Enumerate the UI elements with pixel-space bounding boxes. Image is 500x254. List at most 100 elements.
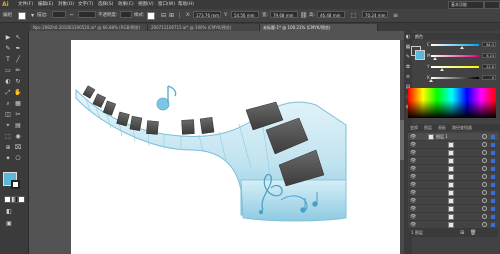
piano-illustration[interactable] [71,40,400,254]
color-mode-icon[interactable] [4,196,11,203]
tool-icon[interactable]: ✋ [14,89,22,97]
menu-file[interactable]: 文件(F) [18,1,33,8]
workspace-switcher[interactable]: 基本功能 [448,1,484,9]
opacity-field[interactable] [120,11,132,18]
layer-target-icon[interactable] [482,134,487,139]
slider-value-k[interactable]: 0 [482,75,496,80]
gradient-mode-icon[interactable] [11,196,18,203]
transform-icon[interactable]: ⬚ [350,12,357,19]
tool-icon[interactable]: ⎔ [14,155,22,163]
tool-icon[interactable]: ⌕ [4,100,12,108]
visibility-eye-icon[interactable]: 👁 [410,158,416,164]
visibility-eye-icon[interactable]: 👁 [410,166,416,172]
slider-value-c[interactable]: 64.3 [482,42,496,47]
tool-icon[interactable]: ⊕ [4,144,12,152]
tool-icon[interactable]: ↻ [14,78,22,86]
x-field[interactable]: 173.76 mm [193,11,221,18]
visibility-eye-icon[interactable]: 👁 [410,206,416,212]
search-input[interactable] [484,1,500,9]
tool-icon[interactable]: ▭ [4,67,12,75]
slider-track-y[interactable] [431,66,479,68]
screen-mode-icon[interactable]: ▣ [5,220,13,228]
slider-knob[interactable] [459,46,464,49]
tool-icon[interactable]: ⬚ [4,133,12,141]
layer-target-icon[interactable] [482,198,487,203]
layer-target-icon[interactable] [482,214,487,219]
tab-layers[interactable]: 图层 [424,124,432,131]
visibility-eye-icon[interactable]: 👁 [410,174,416,180]
tab-pathfinder[interactable]: 路径查找器 [452,124,472,131]
menu-window[interactable]: 窗口(W) [158,1,175,8]
slider-track-k[interactable] [431,77,479,79]
menu-edit[interactable]: 编辑(E) [38,1,53,8]
visibility-eye-icon[interactable]: 👁 [410,142,416,148]
tool-icon[interactable]: T [4,56,12,64]
slider-value-m[interactable]: 9.24 [482,53,496,58]
align-icon[interactable]: ⊟ [160,12,167,19]
menu-help[interactable]: 帮助(H) [178,1,194,8]
w-field[interactable]: 79.68 mm [270,11,298,18]
color-panel-tab[interactable]: 颜色 [415,34,423,40]
tool-icon[interactable]: ◫ [4,111,12,119]
menu-select[interactable]: 选择(S) [98,1,113,8]
visibility-eye-icon[interactable]: 👁 [410,214,416,220]
h-field[interactable]: 46.48 mm [317,11,345,18]
menu-type[interactable]: 文字(T) [78,1,93,8]
layer-target-icon[interactable] [482,174,487,179]
layer-target-icon[interactable] [482,158,487,163]
tab-document-2[interactable]: 200711106715.ai* @ 100% (CMYK/预览) [148,24,260,31]
symbols-panel-icon[interactable]: ✿ [405,64,411,71]
tool-icon[interactable]: ▤ [14,122,22,130]
distribute-icon[interactable]: ⋮ [176,12,183,19]
draw-mode-icon[interactable]: ◧ [5,208,13,216]
y-field[interactable]: 54.56 mm [231,11,259,18]
visibility-eye-icon[interactable]: 👁 [410,190,416,196]
tool-icon[interactable]: ⤢ [4,89,12,97]
tool-icon[interactable]: ↖ [14,34,22,42]
stroke-panel-icon[interactable]: ≡ [405,74,411,81]
layer-target-icon[interactable] [482,166,487,171]
tab-document-3[interactable]: 未标题-1* @ 100.21% (CMYK/预览) [260,24,378,31]
stroke-style-icon[interactable]: ─ [68,12,75,19]
tool-icon[interactable]: ✏ [14,67,22,75]
slider-knob[interactable] [440,68,445,71]
align-center-icon[interactable]: ⊞ [168,12,175,19]
tool-icon[interactable]: ✒ [14,45,22,53]
visibility-eye-icon[interactable]: 👁 [410,222,416,228]
tool-icon[interactable]: ✂ [14,111,22,119]
tool-icon[interactable]: ⌧ [14,144,22,152]
stroke-color-swatch[interactable] [11,180,20,189]
tool-icon[interactable]: ▦ [14,100,22,108]
slider-knob[interactable] [433,57,438,60]
tool-icon[interactable]: ✦ [4,155,12,163]
delete-layer-icon[interactable]: 🗑 [470,230,476,236]
menu-effect[interactable]: 效果(C) [118,1,134,8]
color-spectrum[interactable] [408,88,496,118]
tab-transform[interactable]: 变换 [410,124,418,131]
none-mode-icon[interactable] [18,196,25,203]
tab-document-1[interactable]: Npc-2982h0.201003190520.ai* @ 66.88% (RG… [30,24,148,31]
tool-icon[interactable]: ⌖ [4,122,12,130]
tool-icon[interactable]: ╱ [14,56,22,64]
slider-track-c[interactable] [431,44,479,46]
layer-target-icon[interactable] [482,222,487,227]
tab-artboards[interactable]: 画板 [438,124,446,131]
tool-icon[interactable]: ✎ [4,45,12,53]
layer-target-icon[interactable] [482,150,487,155]
layer-target-icon[interactable] [482,206,487,211]
slider-value-y[interactable]: 22.6 [482,64,496,69]
new-layer-icon[interactable]: ⊞ [460,230,464,236]
tool-icon[interactable]: ◐ [4,78,12,86]
layer-name[interactable]: 图层 1 [436,133,448,141]
stroke-weight-field[interactable] [52,11,66,18]
chevron-down-icon[interactable]: ▾ [29,12,36,19]
slider-track-m[interactable] [431,55,479,57]
visibility-eye-icon[interactable]: 👁 [410,182,416,188]
menu-icon[interactable]: ≡ [392,12,399,19]
graphic-style-swatch[interactable] [147,12,155,20]
visibility-eye-icon[interactable]: 👁 [410,198,416,204]
layer-target-icon[interactable] [482,190,487,195]
menu-view[interactable]: 视图(V) [138,1,154,8]
tool-icon[interactable]: ▶ [4,34,12,42]
tool-icon[interactable]: ◉ [14,133,22,141]
